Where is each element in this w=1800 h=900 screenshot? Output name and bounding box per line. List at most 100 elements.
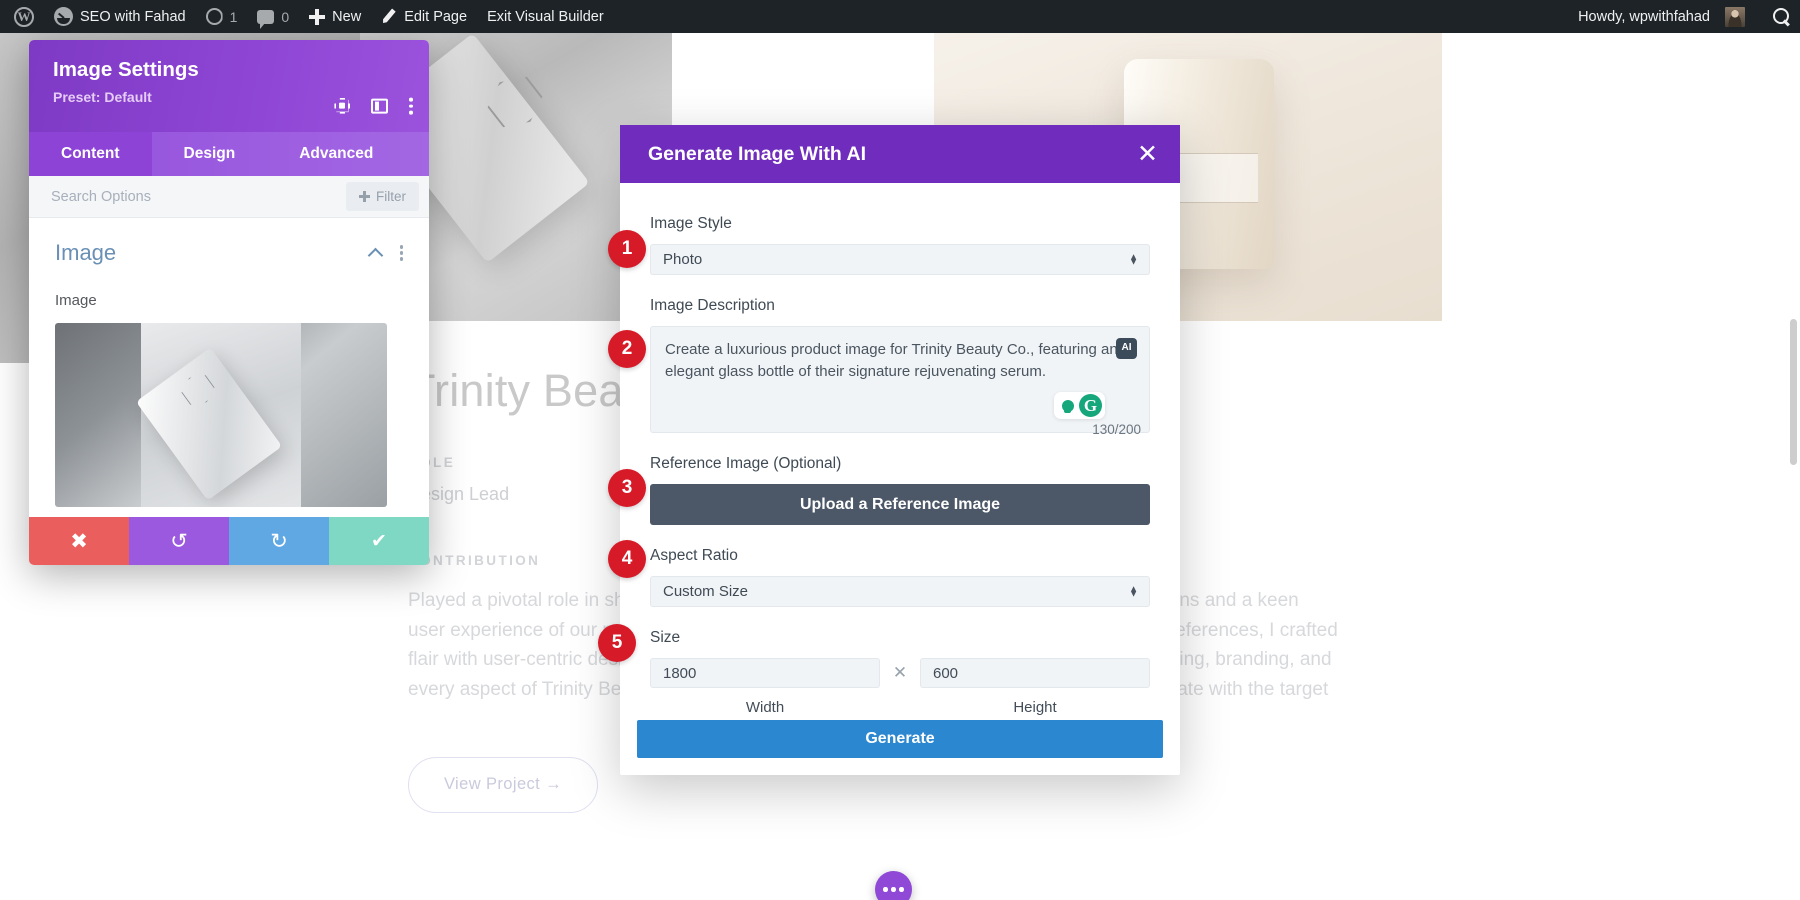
panel-title: Image Settings <box>53 58 199 81</box>
cancel-button[interactable]: ✖ <box>29 517 129 565</box>
panel-header-icons <box>334 97 413 115</box>
panel-search-row: Search Options Filter <box>29 176 429 218</box>
annotation-badge-4: 4 <box>608 540 646 578</box>
view-project-button[interactable]: View Project → <box>408 756 598 813</box>
more-options-fab[interactable] <box>875 871 912 900</box>
panel-tabs: Content Design Advanced <box>29 132 429 176</box>
panel-layout-icon[interactable] <box>371 98 389 114</box>
close-icon: ✖ <box>70 529 88 553</box>
page-scrollbar[interactable] <box>1789 33 1798 900</box>
site-name-label: SEO with Fahad <box>80 8 186 25</box>
site-name-menu[interactable]: SEO with Fahad <box>44 0 196 33</box>
dot-icon <box>883 887 888 892</box>
grammarly-logo-icon[interactable]: G <box>1079 394 1102 417</box>
edit-page-label: Edit Page <box>404 8 468 25</box>
admin-bar-right-group: Howdy, wpwithfahad <box>1568 0 1800 33</box>
plus-icon <box>359 191 370 202</box>
new-content-menu[interactable]: New <box>299 0 371 33</box>
edit-page-menu[interactable]: Edit Page <box>371 0 477 33</box>
annotation-badge-1: 1 <box>608 230 646 268</box>
scrollbar-thumb[interactable] <box>1790 319 1797 465</box>
avatar <box>1725 6 1745 27</box>
undo-button[interactable]: ↺ <box>129 517 229 565</box>
grammarly-suggestion-icon[interactable] <box>1057 395 1078 416</box>
plus-icon <box>309 8 326 25</box>
generate-image-with-ai-modal: Generate Image With AI ✕ Image Style Pho… <box>620 125 1180 775</box>
modal-header: Generate Image With AI ✕ <box>620 125 1180 183</box>
wp-admin-bar: W SEO with Fahad 1 0 New Edit Page Exit … <box>0 0 1800 33</box>
redo-button[interactable]: ↻ <box>229 517 329 565</box>
focus-mode-icon[interactable] <box>334 98 350 114</box>
section-more-icon[interactable] <box>399 245 403 261</box>
image-style-value: Photo <box>663 251 703 268</box>
chevron-updown-icon: ▲ ▼ <box>1129 583 1138 599</box>
dashboard-gauge-icon <box>54 7 73 26</box>
panel-header: Image Settings Preset: Default <box>29 40 429 132</box>
generate-button[interactable]: Generate <box>637 720 1163 758</box>
image-section-controls <box>369 245 403 261</box>
height-input[interactable]: 600 <box>920 658 1150 688</box>
image-field-label: Image <box>55 292 97 309</box>
image-preview-thumbnail[interactable] <box>55 323 387 507</box>
updates-menu[interactable]: 1 <box>196 0 248 33</box>
filter-label: Filter <box>376 189 406 204</box>
save-button[interactable]: ✔ <box>329 517 429 565</box>
search-icon[interactable] <box>1773 8 1790 25</box>
dot-icon <box>891 887 896 892</box>
wordpress-logo-menu[interactable]: W <box>4 0 44 33</box>
chevron-up-icon[interactable] <box>369 246 382 259</box>
modal-footer: Generate <box>620 720 1180 775</box>
width-input[interactable]: 1800 <box>650 658 880 688</box>
search-options-input[interactable]: Search Options <box>51 189 346 205</box>
pencil-icon <box>381 9 397 25</box>
upload-reference-image-button[interactable]: Upload a Reference Image <box>650 484 1150 525</box>
panel-more-icon[interactable] <box>409 97 413 115</box>
wordpress-logo-icon: W <box>14 6 34 27</box>
character-counter: 130/200 <box>1092 422 1141 438</box>
howdy-label: Howdy, wpwithfahad <box>1578 8 1710 25</box>
comments-menu[interactable]: 0 <box>247 0 299 33</box>
size-inputs-row: 1800 ✕ 600 <box>650 658 1150 688</box>
image-style-select[interactable]: Photo ▲ ▼ <box>650 244 1150 275</box>
my-account-menu[interactable]: Howdy, wpwithfahad <box>1568 0 1755 33</box>
image-description-label: Image Description <box>650 297 775 314</box>
panel-footer-actions: ✖ ↺ ↻ ✔ <box>29 517 429 565</box>
width-caption: Width <box>745 699 785 716</box>
ai-assist-icon[interactable]: AI <box>1116 338 1137 359</box>
image-settings-panel: Image Settings Preset: Default Content D… <box>29 40 429 565</box>
updates-count: 1 <box>229 8 238 25</box>
annotation-badge-5: 5 <box>598 624 636 662</box>
size-separator-icon: ✕ <box>892 663 908 682</box>
filter-button[interactable]: Filter <box>346 182 419 211</box>
check-icon: ✔ <box>371 530 387 552</box>
grammarly-widget[interactable]: G <box>1054 392 1105 419</box>
tab-content[interactable]: Content <box>29 132 152 176</box>
close-icon[interactable]: ✕ <box>1137 141 1158 167</box>
admin-bar-left-group: W SEO with Fahad 1 0 New Edit Page Exit … <box>0 0 614 33</box>
modal-title: Generate Image With AI <box>648 142 866 165</box>
comments-count: 0 <box>281 8 290 25</box>
new-label: New <box>332 8 362 25</box>
redo-icon: ↻ <box>270 529 288 553</box>
aspect-ratio-label: Aspect Ratio <box>650 547 738 564</box>
exit-visual-builder-label: Exit Visual Builder <box>487 8 604 25</box>
modal-body: Image Style Photo ▲ ▼ Image Description C… <box>620 183 1180 720</box>
exit-visual-builder-menu[interactable]: Exit Visual Builder <box>477 0 614 33</box>
image-section-header: Image <box>55 240 403 266</box>
aspect-ratio-select[interactable]: Custom Size ▲ ▼ <box>650 576 1150 607</box>
annotation-badge-3: 3 <box>608 469 646 507</box>
reference-image-label: Reference Image (Optional) <box>650 455 842 472</box>
image-description-textarea[interactable]: Create a luxurious product image for Tri… <box>650 326 1150 437</box>
annotation-badge-2: 2 <box>608 330 646 368</box>
dot-icon <box>899 887 904 892</box>
panel-body: Image Image <box>29 218 429 517</box>
height-caption: Height <box>1013 699 1057 716</box>
tab-design[interactable]: Design <box>152 132 268 176</box>
image-style-label: Image Style <box>650 215 732 232</box>
tab-advanced[interactable]: Advanced <box>267 132 405 176</box>
image-description-value: Create a luxurious product image for Tri… <box>665 341 1118 381</box>
